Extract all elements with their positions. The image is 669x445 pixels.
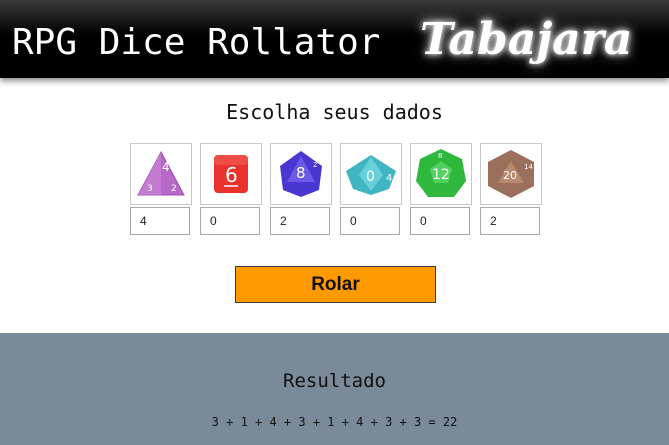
d8-die-icon: 8 2	[270, 143, 332, 205]
brand-logo: Tabajara	[420, 14, 633, 65]
die-card-d12: 12 8	[410, 143, 472, 235]
d8-quantity-input[interactable]	[270, 207, 330, 235]
die-card-d10: 0 4	[340, 143, 402, 235]
svg-text:12: 12	[432, 167, 450, 183]
d12-quantity-input[interactable]	[410, 207, 470, 235]
d20-die-icon: 20 14	[480, 143, 542, 205]
svg-text:4: 4	[162, 160, 170, 174]
svg-text:14: 14	[524, 163, 533, 171]
d20-quantity-input[interactable]	[480, 207, 540, 235]
svg-text:6: 6	[225, 163, 238, 187]
result-title: Resultado	[283, 370, 386, 392]
svg-text:2: 2	[171, 184, 177, 194]
d10-die-icon: 0 4	[340, 143, 402, 205]
roll-button[interactable]: Rolar	[235, 266, 436, 303]
svg-text:2: 2	[313, 161, 317, 169]
d10-quantity-input[interactable]	[340, 207, 400, 235]
d6-quantity-input[interactable]	[200, 207, 260, 235]
d12-die-icon: 12 8	[410, 143, 472, 205]
svg-text:0: 0	[366, 169, 375, 185]
die-card-d8: 8 2	[270, 143, 332, 235]
svg-text:8: 8	[438, 152, 442, 160]
die-card-d4: 4 3 2	[130, 143, 192, 235]
result-panel: Resultado 3 + 1 + 4 + 3 + 1 + 4 + 3 + 3 …	[0, 333, 669, 445]
svg-text:3: 3	[147, 184, 153, 194]
svg-text:4: 4	[386, 173, 392, 184]
svg-text:8: 8	[296, 164, 306, 182]
app-header: RPG Dice Rollator Tabajara	[0, 0, 669, 78]
die-card-d6: 6	[200, 143, 262, 235]
app-title: RPG Dice Rollator	[12, 22, 381, 63]
result-expression: 3 + 1 + 4 + 3 + 1 + 4 + 3 + 3 = 22	[211, 415, 458, 429]
die-card-d20: 20 14	[480, 143, 542, 235]
svg-text:20: 20	[503, 169, 517, 182]
choose-dice-heading: Escolha seus dados	[226, 100, 443, 124]
d6-die-icon: 6	[200, 143, 262, 205]
d4-die-icon: 4 3 2	[130, 143, 192, 205]
d4-quantity-input[interactable]	[130, 207, 190, 235]
